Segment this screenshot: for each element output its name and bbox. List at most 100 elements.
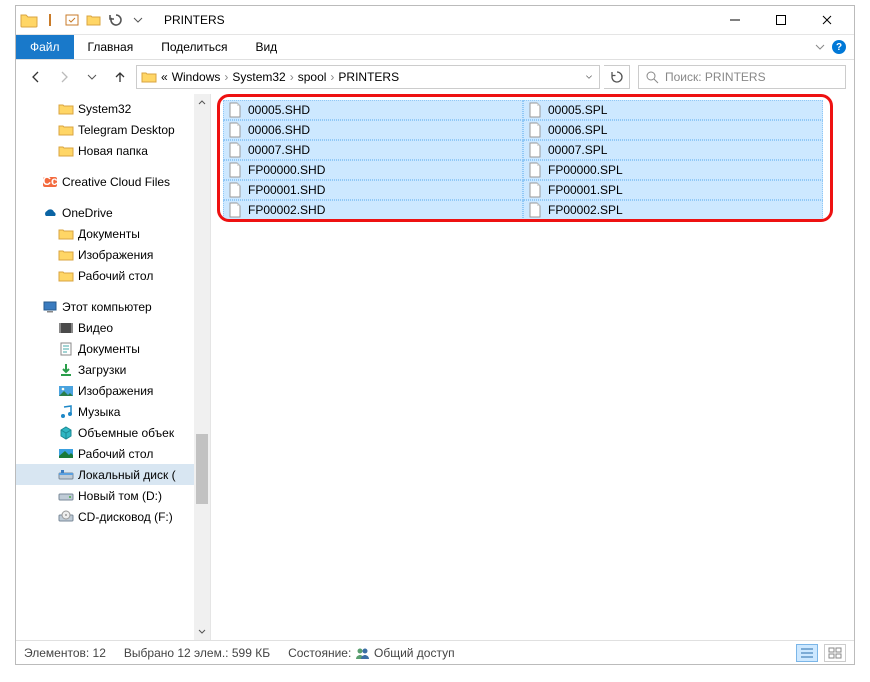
file-item[interactable]: 00007.SHD bbox=[223, 140, 523, 160]
nav-item-19[interactable]: Локальный диск ( bbox=[16, 464, 210, 485]
tab-view[interactable]: Вид bbox=[241, 35, 291, 59]
address-folder-icon bbox=[141, 70, 157, 84]
quick-access-toolbar bbox=[20, 12, 146, 28]
tab-share[interactable]: Поделиться bbox=[147, 35, 241, 59]
file-item[interactable]: FP00002.SPL bbox=[523, 200, 823, 220]
file-item[interactable]: 00005.SHD bbox=[223, 100, 523, 120]
nav-item-label: Новая папка bbox=[78, 144, 148, 158]
nav-item-15[interactable]: Изображения bbox=[16, 380, 210, 401]
status-state: Состояние: Общий доступ bbox=[288, 646, 455, 660]
nav-up-button[interactable] bbox=[108, 65, 132, 89]
file-item[interactable]: 00006.SPL bbox=[523, 120, 823, 140]
qat-new-folder-icon[interactable] bbox=[86, 12, 102, 28]
file-column-2: 00005.SPL 00006.SPL 00007.SPL FP00000.SPL FP… bbox=[523, 100, 823, 220]
crumb-1[interactable]: System32› bbox=[232, 70, 293, 84]
file-name: FP00001.SHD bbox=[248, 183, 325, 197]
view-details-button[interactable] bbox=[796, 644, 818, 662]
nav-item-20[interactable]: Новый том (D:) bbox=[16, 485, 210, 506]
file-name: 00006.SPL bbox=[548, 123, 607, 137]
qat-dropdown-icon[interactable] bbox=[130, 12, 146, 28]
nav-item-18[interactable]: Рабочий стол bbox=[16, 443, 210, 464]
file-name: FP00000.SPL bbox=[548, 163, 623, 177]
nav-item-17[interactable]: Объемные объек bbox=[16, 422, 210, 443]
nav-item-12[interactable]: Видео bbox=[16, 317, 210, 338]
file-item[interactable]: 00006.SHD bbox=[223, 120, 523, 140]
nav-item-label: CD-дисковод (F:) bbox=[78, 510, 173, 524]
nav-item-13[interactable]: Документы bbox=[16, 338, 210, 359]
close-button[interactable] bbox=[804, 6, 850, 35]
file-name: 00006.SHD bbox=[248, 123, 310, 137]
nav-item-21[interactable]: CD-дисковод (F:) bbox=[16, 506, 210, 527]
shared-icon bbox=[355, 646, 371, 660]
nav-item-label: Этот компьютер bbox=[62, 300, 152, 314]
nav-item-8[interactable]: Изображения bbox=[16, 244, 210, 265]
file-name: FP00000.SHD bbox=[248, 163, 325, 177]
nav-item-label: Видео bbox=[78, 321, 113, 335]
crumb-0[interactable]: Windows› bbox=[172, 70, 229, 84]
view-large-button[interactable] bbox=[824, 644, 846, 662]
file-item[interactable]: FP00001.SPL bbox=[523, 180, 823, 200]
address-bar-row: « Windows› System32› spool› PRINTERS Пои… bbox=[16, 60, 854, 94]
help-icon[interactable]: ? bbox=[832, 40, 846, 54]
tab-home[interactable]: Главная bbox=[74, 35, 148, 59]
file-name: 00007.SHD bbox=[248, 143, 310, 157]
content-area[interactable]: 00005.SHD 00006.SHD 00007.SHD FP00000.SHD FP… bbox=[211, 94, 854, 640]
status-bar: Элементов: 12 Выбрано 12 элем.: 599 КБ С… bbox=[16, 640, 854, 664]
nav-recent-button[interactable] bbox=[80, 65, 104, 89]
tab-file[interactable]: Файл bbox=[16, 35, 74, 59]
file-item[interactable]: 00007.SPL bbox=[523, 140, 823, 160]
nav-item-label: Изображения bbox=[78, 384, 153, 398]
crumb-2[interactable]: spool› bbox=[298, 70, 335, 84]
status-selected: Выбрано 12 элем.: 599 КБ bbox=[124, 646, 270, 660]
file-name: 00007.SPL bbox=[548, 143, 607, 157]
qat-properties-icon[interactable] bbox=[64, 12, 80, 28]
nav-scrollbar[interactable] bbox=[194, 94, 210, 640]
nav-item-4[interactable]: Cc Creative Cloud Files bbox=[16, 171, 210, 192]
file-item[interactable]: FP00000.SPL bbox=[523, 160, 823, 180]
window-title: PRINTERS bbox=[164, 13, 225, 27]
nav-item-label: Creative Cloud Files bbox=[62, 175, 170, 189]
crumb-3[interactable]: PRINTERS bbox=[338, 70, 399, 84]
svg-text:Cc: Cc bbox=[42, 174, 58, 188]
file-item[interactable]: FP00000.SHD bbox=[223, 160, 523, 180]
nav-item-2[interactable]: Новая папка bbox=[16, 140, 210, 161]
nav-back-button[interactable] bbox=[24, 65, 48, 89]
maximize-button[interactable] bbox=[758, 6, 804, 35]
scrollbar-thumb[interactable] bbox=[196, 434, 208, 504]
file-item[interactable]: FP00002.SHD bbox=[223, 200, 523, 220]
nav-item-label: Новый том (D:) bbox=[78, 489, 162, 503]
status-count: Элементов: 12 bbox=[24, 646, 106, 660]
nav-item-0[interactable]: System32 bbox=[16, 98, 210, 119]
search-placeholder: Поиск: PRINTERS bbox=[665, 70, 766, 84]
file-name: 00005.SHD bbox=[248, 103, 310, 117]
nav-item-label: Документы bbox=[78, 342, 140, 356]
nav-forward-button[interactable] bbox=[52, 65, 76, 89]
refresh-button[interactable] bbox=[604, 65, 630, 89]
file-name: FP00002.SPL bbox=[548, 203, 623, 217]
nav-item-16[interactable]: Музыка bbox=[16, 401, 210, 422]
address-dropdown-icon[interactable] bbox=[583, 71, 595, 83]
app-folder-icon bbox=[20, 12, 38, 28]
nav-item-14[interactable]: Загрузки bbox=[16, 359, 210, 380]
qat-undo-icon[interactable] bbox=[108, 12, 124, 28]
ribbon-expand-icon[interactable] bbox=[814, 41, 826, 53]
minimize-button[interactable] bbox=[712, 6, 758, 35]
address-bar[interactable]: « Windows› System32› spool› PRINTERS bbox=[136, 65, 600, 89]
nav-item-7[interactable]: Документы bbox=[16, 223, 210, 244]
file-item[interactable]: 00005.SPL bbox=[523, 100, 823, 120]
search-input[interactable]: Поиск: PRINTERS bbox=[638, 65, 846, 89]
qat-divider-icon bbox=[42, 12, 58, 28]
scroll-down-icon[interactable] bbox=[194, 624, 210, 640]
nav-item-11[interactable]: Этот компьютер bbox=[16, 296, 210, 317]
crumb-prefix: « bbox=[161, 70, 168, 84]
nav-item-6[interactable]: OneDrive bbox=[16, 202, 210, 223]
nav-item-label: Локальный диск ( bbox=[78, 468, 176, 482]
file-item[interactable]: FP00001.SHD bbox=[223, 180, 523, 200]
nav-item-label: Загрузки bbox=[78, 363, 126, 377]
scroll-up-icon[interactable] bbox=[194, 94, 210, 110]
nav-item-1[interactable]: Telegram Desktop bbox=[16, 119, 210, 140]
file-column-1: 00005.SHD 00006.SHD 00007.SHD FP00000.SHD FP… bbox=[223, 100, 523, 220]
file-name: FP00001.SPL bbox=[548, 183, 623, 197]
nav-item-9[interactable]: Рабочий стол bbox=[16, 265, 210, 286]
nav-item-label: Рабочий стол bbox=[78, 447, 153, 461]
